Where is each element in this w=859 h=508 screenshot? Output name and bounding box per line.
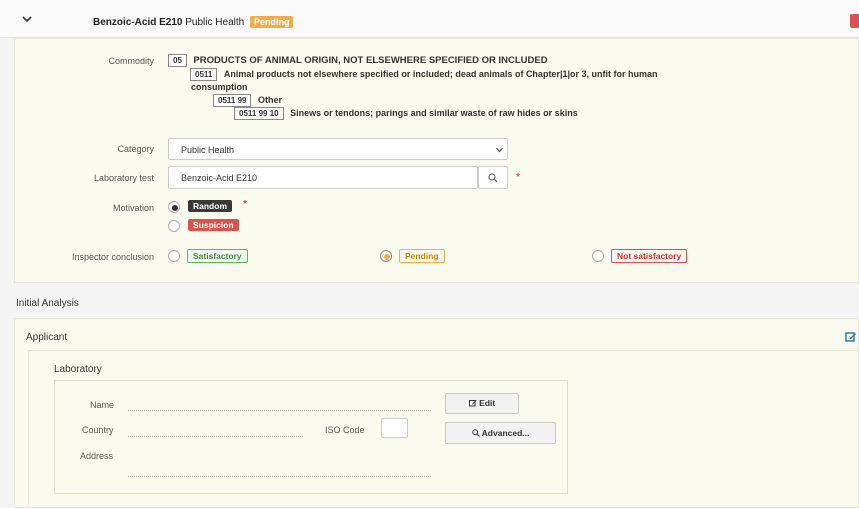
conclusion-not-satisfactory-radio[interactable] — [592, 250, 604, 262]
lab-test-name: Benzoic-Acid E210 — [93, 17, 183, 28]
commodity-text: Sinews or tendons; parings and similar w… — [290, 108, 578, 118]
delete-button[interactable] — [850, 14, 859, 28]
applicant-title: Applicant — [26, 332, 68, 343]
laboratory-test-value: Benzoic-Acid E210 — [181, 173, 258, 183]
motivation-random-tag[interactable]: Random — [188, 200, 232, 212]
commodity-code: 0511 99 10 — [234, 107, 284, 120]
edit-button[interactable]: Edit — [445, 393, 519, 414]
category-select[interactable]: Public Health — [168, 138, 508, 160]
laboratory-test-label: Laboratory test — [93, 173, 154, 183]
search-icon — [488, 173, 498, 183]
laboratory-test-input[interactable]: Benzoic-Acid E210 — [168, 166, 478, 189]
commodity-code: 05 — [168, 54, 187, 67]
commodity-text: Animal products not elsewhere specified … — [223, 69, 658, 79]
advanced-button-label: Advanced... — [481, 428, 530, 438]
commodity-line-2: 0511 Animal products not elsewhere speci… — [190, 68, 657, 81]
conclusion-pending-radio[interactable] — [380, 250, 392, 262]
chevron-down-icon — [496, 147, 503, 153]
address-label: Address — [80, 451, 114, 461]
commodity-label: Commodity — [108, 56, 154, 66]
required-mark: * — [243, 199, 247, 210]
conclusion-pending-tag[interactable]: Pending — [399, 249, 445, 263]
commodity-line-4: 0511 99 10 Sinews or tendons; parings an… — [234, 107, 578, 120]
iso-code-field — [381, 418, 408, 438]
commodity-line-1: 05 PRODUCTS OF ANIMAL ORIGIN, NOT ELSEWH… — [168, 54, 548, 67]
conclusion-satisfactory-tag[interactable]: Satisfactory — [187, 249, 248, 263]
search-icon — [471, 429, 480, 437]
conclusion-satisfactory-radio[interactable] — [168, 250, 180, 262]
motivation-label: Motivation — [112, 203, 154, 213]
commodity-code: 0511 99 — [213, 94, 252, 107]
motivation-suspicion-radio[interactable] — [168, 220, 180, 232]
commodity-text: PRODUCTS OF ANIMAL ORIGIN, NOT ELSEWHERE… — [193, 55, 548, 66]
status-badge: Pending — [249, 16, 294, 28]
commodity-text: Other — [258, 95, 283, 105]
required-mark: * — [516, 172, 520, 183]
section-title: Benzoic-Acid E210 Public Health Pending — [93, 16, 294, 28]
inspector-conclusion-label: Inspector conclusion — [71, 252, 154, 262]
laboratory-title: Laboratory — [54, 364, 102, 375]
commodity-line-3: 0511 99 Other — [213, 94, 282, 107]
initial-analysis-title: Initial Analysis — [16, 298, 79, 309]
laboratory-test-search-button[interactable] — [478, 166, 508, 189]
edit-icon — [468, 400, 477, 407]
commodity-text-cont: consumption — [191, 82, 248, 92]
edit-button-label: Edit — [479, 398, 496, 408]
category-value: Public Health — [181, 145, 235, 155]
commodity-code: 0511 — [190, 68, 218, 81]
address-field — [128, 476, 431, 477]
name-field — [128, 410, 431, 411]
edit-icon[interactable] — [845, 331, 857, 343]
country-field — [128, 436, 303, 437]
conclusion-not-satisfactory-tag[interactable]: Not satisfactory — [611, 249, 688, 263]
name-label: Name — [90, 400, 115, 410]
category-label: Category — [117, 144, 154, 154]
advanced-button[interactable]: Advanced... — [445, 422, 556, 444]
motivation-suspicion-tag[interactable]: Suspicion — [188, 219, 239, 231]
iso-code-label: ISO Code — [325, 425, 365, 435]
category-name: Public Health — [185, 17, 245, 28]
country-label: Country — [82, 425, 114, 435]
motivation-random-radio[interactable] — [168, 201, 180, 213]
chevron-down-icon[interactable] — [22, 14, 32, 24]
